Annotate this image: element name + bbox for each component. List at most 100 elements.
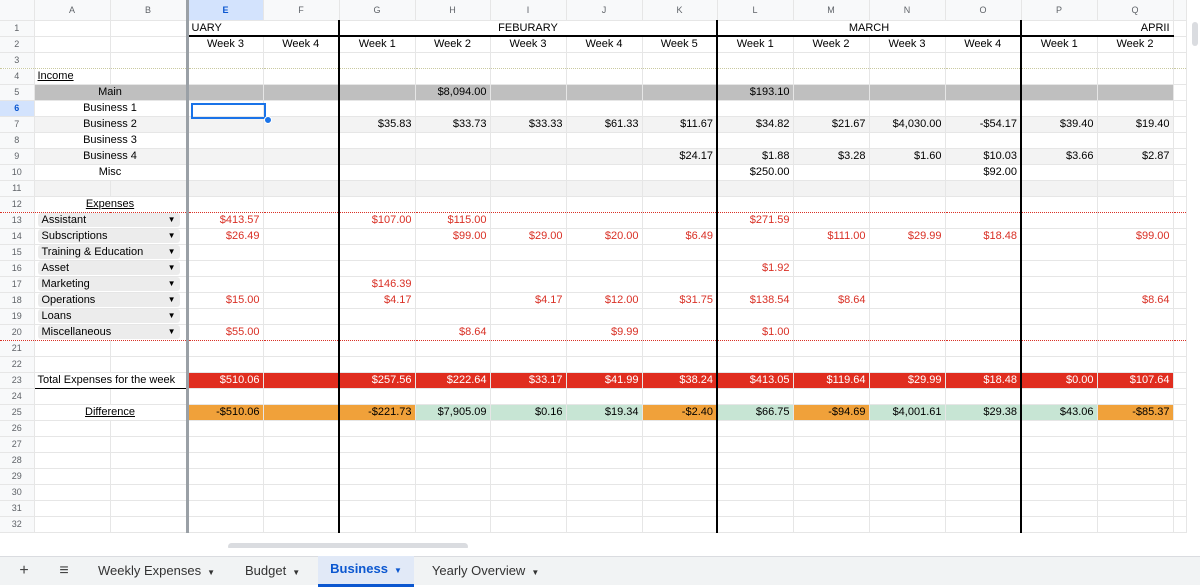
value-cell[interactable]	[187, 308, 264, 325]
column-header[interactable]: P	[1021, 0, 1098, 21]
month-january[interactable]: UARY	[187, 20, 340, 37]
cell[interactable]	[34, 468, 111, 485]
value-cell[interactable]	[945, 212, 1022, 229]
value-cell[interactable]	[717, 484, 794, 501]
cell[interactable]	[110, 516, 189, 533]
value-cell[interactable]	[717, 52, 794, 69]
value-cell[interactable]	[415, 148, 491, 165]
value-cell[interactable]: $3.28	[793, 148, 870, 165]
value-cell[interactable]	[869, 324, 946, 341]
income-heading[interactable]: Income	[34, 68, 111, 85]
value-cell[interactable]: $8.64	[415, 324, 491, 341]
column-header[interactable]: M	[793, 0, 870, 21]
expense-category-dropdown[interactable]: Training & Education ▼	[34, 244, 189, 261]
difference-value[interactable]: $19.34	[566, 404, 643, 421]
row-header[interactable]: 20	[0, 324, 35, 341]
column-header[interactable]: J	[566, 0, 643, 21]
value-cell[interactable]	[642, 484, 718, 501]
value-cell[interactable]	[945, 516, 1022, 533]
value-cell[interactable]	[187, 388, 264, 405]
value-cell[interactable]	[1021, 228, 1098, 245]
value-cell[interactable]: $1.88	[717, 148, 794, 165]
value-cell[interactable]	[642, 500, 718, 517]
column-header[interactable]: E	[187, 0, 264, 21]
row-header[interactable]: 5	[0, 84, 35, 101]
row-header[interactable]: 28	[0, 452, 35, 469]
value-cell[interactable]: $18.48	[945, 372, 1022, 389]
expense-category-dropdown[interactable]: Miscellaneous ▼	[34, 324, 189, 341]
value-cell[interactable]	[1021, 212, 1098, 229]
value-cell[interactable]	[945, 468, 1022, 485]
value-cell[interactable]	[263, 308, 340, 325]
value-cell[interactable]: $21.67	[793, 116, 870, 133]
value-cell[interactable]	[566, 500, 643, 517]
row-header[interactable]: 14	[0, 228, 35, 245]
income-label[interactable]: Business 1	[34, 100, 189, 117]
category-chip[interactable]: Asset ▼	[37, 261, 180, 275]
add-sheet-icon[interactable]: +	[8, 562, 40, 580]
income-label[interactable]: Business 4	[34, 148, 189, 165]
value-cell[interactable]	[945, 180, 1022, 197]
category-chip[interactable]: Assistant ▼	[37, 213, 180, 227]
value-cell[interactable]	[869, 260, 946, 277]
income-label[interactable]: Business 2	[34, 116, 189, 133]
value-cell[interactable]	[490, 452, 567, 469]
value-cell[interactable]	[642, 516, 718, 533]
value-cell[interactable]	[415, 196, 491, 213]
value-cell[interactable]: $8.64	[793, 292, 870, 309]
value-cell[interactable]	[717, 132, 794, 149]
value-cell[interactable]	[490, 324, 567, 341]
value-cell[interactable]	[263, 52, 340, 69]
cell[interactable]	[34, 500, 111, 517]
value-cell[interactable]	[339, 388, 416, 405]
vertical-scrollbar[interactable]	[1192, 22, 1198, 46]
value-cell[interactable]	[869, 196, 946, 213]
row-header[interactable]: 11	[0, 180, 35, 197]
value-cell[interactable]	[945, 452, 1022, 469]
value-cell[interactable]	[717, 356, 794, 373]
value-cell[interactable]	[339, 100, 416, 117]
value-cell[interactable]	[263, 340, 340, 357]
value-cell[interactable]: $1.60	[869, 148, 946, 165]
value-cell[interactable]	[1097, 244, 1174, 261]
value-cell[interactable]	[415, 340, 491, 357]
value-cell[interactable]	[1021, 52, 1098, 69]
column-header[interactable]: G	[339, 0, 416, 21]
value-cell[interactable]	[263, 260, 340, 277]
value-cell[interactable]	[490, 164, 567, 181]
value-cell[interactable]	[717, 228, 794, 245]
value-cell[interactable]	[490, 468, 567, 485]
value-cell[interactable]	[566, 468, 643, 485]
row-header[interactable]: 1	[0, 20, 35, 37]
value-cell[interactable]	[339, 84, 416, 101]
value-cell[interactable]	[869, 52, 946, 69]
category-chip[interactable]: Miscellaneous ▼	[37, 325, 180, 339]
row-header[interactable]: 13	[0, 212, 35, 229]
value-cell[interactable]	[642, 356, 718, 373]
value-cell[interactable]	[1021, 260, 1098, 277]
value-cell[interactable]	[415, 484, 491, 501]
value-cell[interactable]	[490, 260, 567, 277]
value-cell[interactable]	[945, 84, 1022, 101]
value-cell[interactable]	[566, 516, 643, 533]
value-cell[interactable]	[945, 68, 1022, 85]
value-cell[interactable]	[717, 340, 794, 357]
value-cell[interactable]	[263, 356, 340, 373]
column-header[interactable]: H	[415, 0, 491, 21]
value-cell[interactable]	[869, 164, 946, 181]
difference-value[interactable]: $43.06	[1021, 404, 1098, 421]
value-cell[interactable]	[415, 276, 491, 293]
value-cell[interactable]	[339, 180, 416, 197]
value-cell[interactable]	[869, 68, 946, 85]
value-cell[interactable]	[566, 180, 643, 197]
difference-value[interactable]: $4,001.61	[869, 404, 946, 421]
value-cell[interactable]	[642, 276, 718, 293]
value-cell[interactable]	[490, 148, 567, 165]
value-cell[interactable]	[1021, 500, 1098, 517]
value-cell[interactable]	[187, 260, 264, 277]
difference-value[interactable]: $0.16	[490, 404, 567, 421]
value-cell[interactable]	[566, 260, 643, 277]
difference-label[interactable]: Difference	[34, 404, 189, 421]
value-cell[interactable]	[793, 500, 870, 517]
week-label[interactable]: Week 1	[1021, 36, 1098, 53]
